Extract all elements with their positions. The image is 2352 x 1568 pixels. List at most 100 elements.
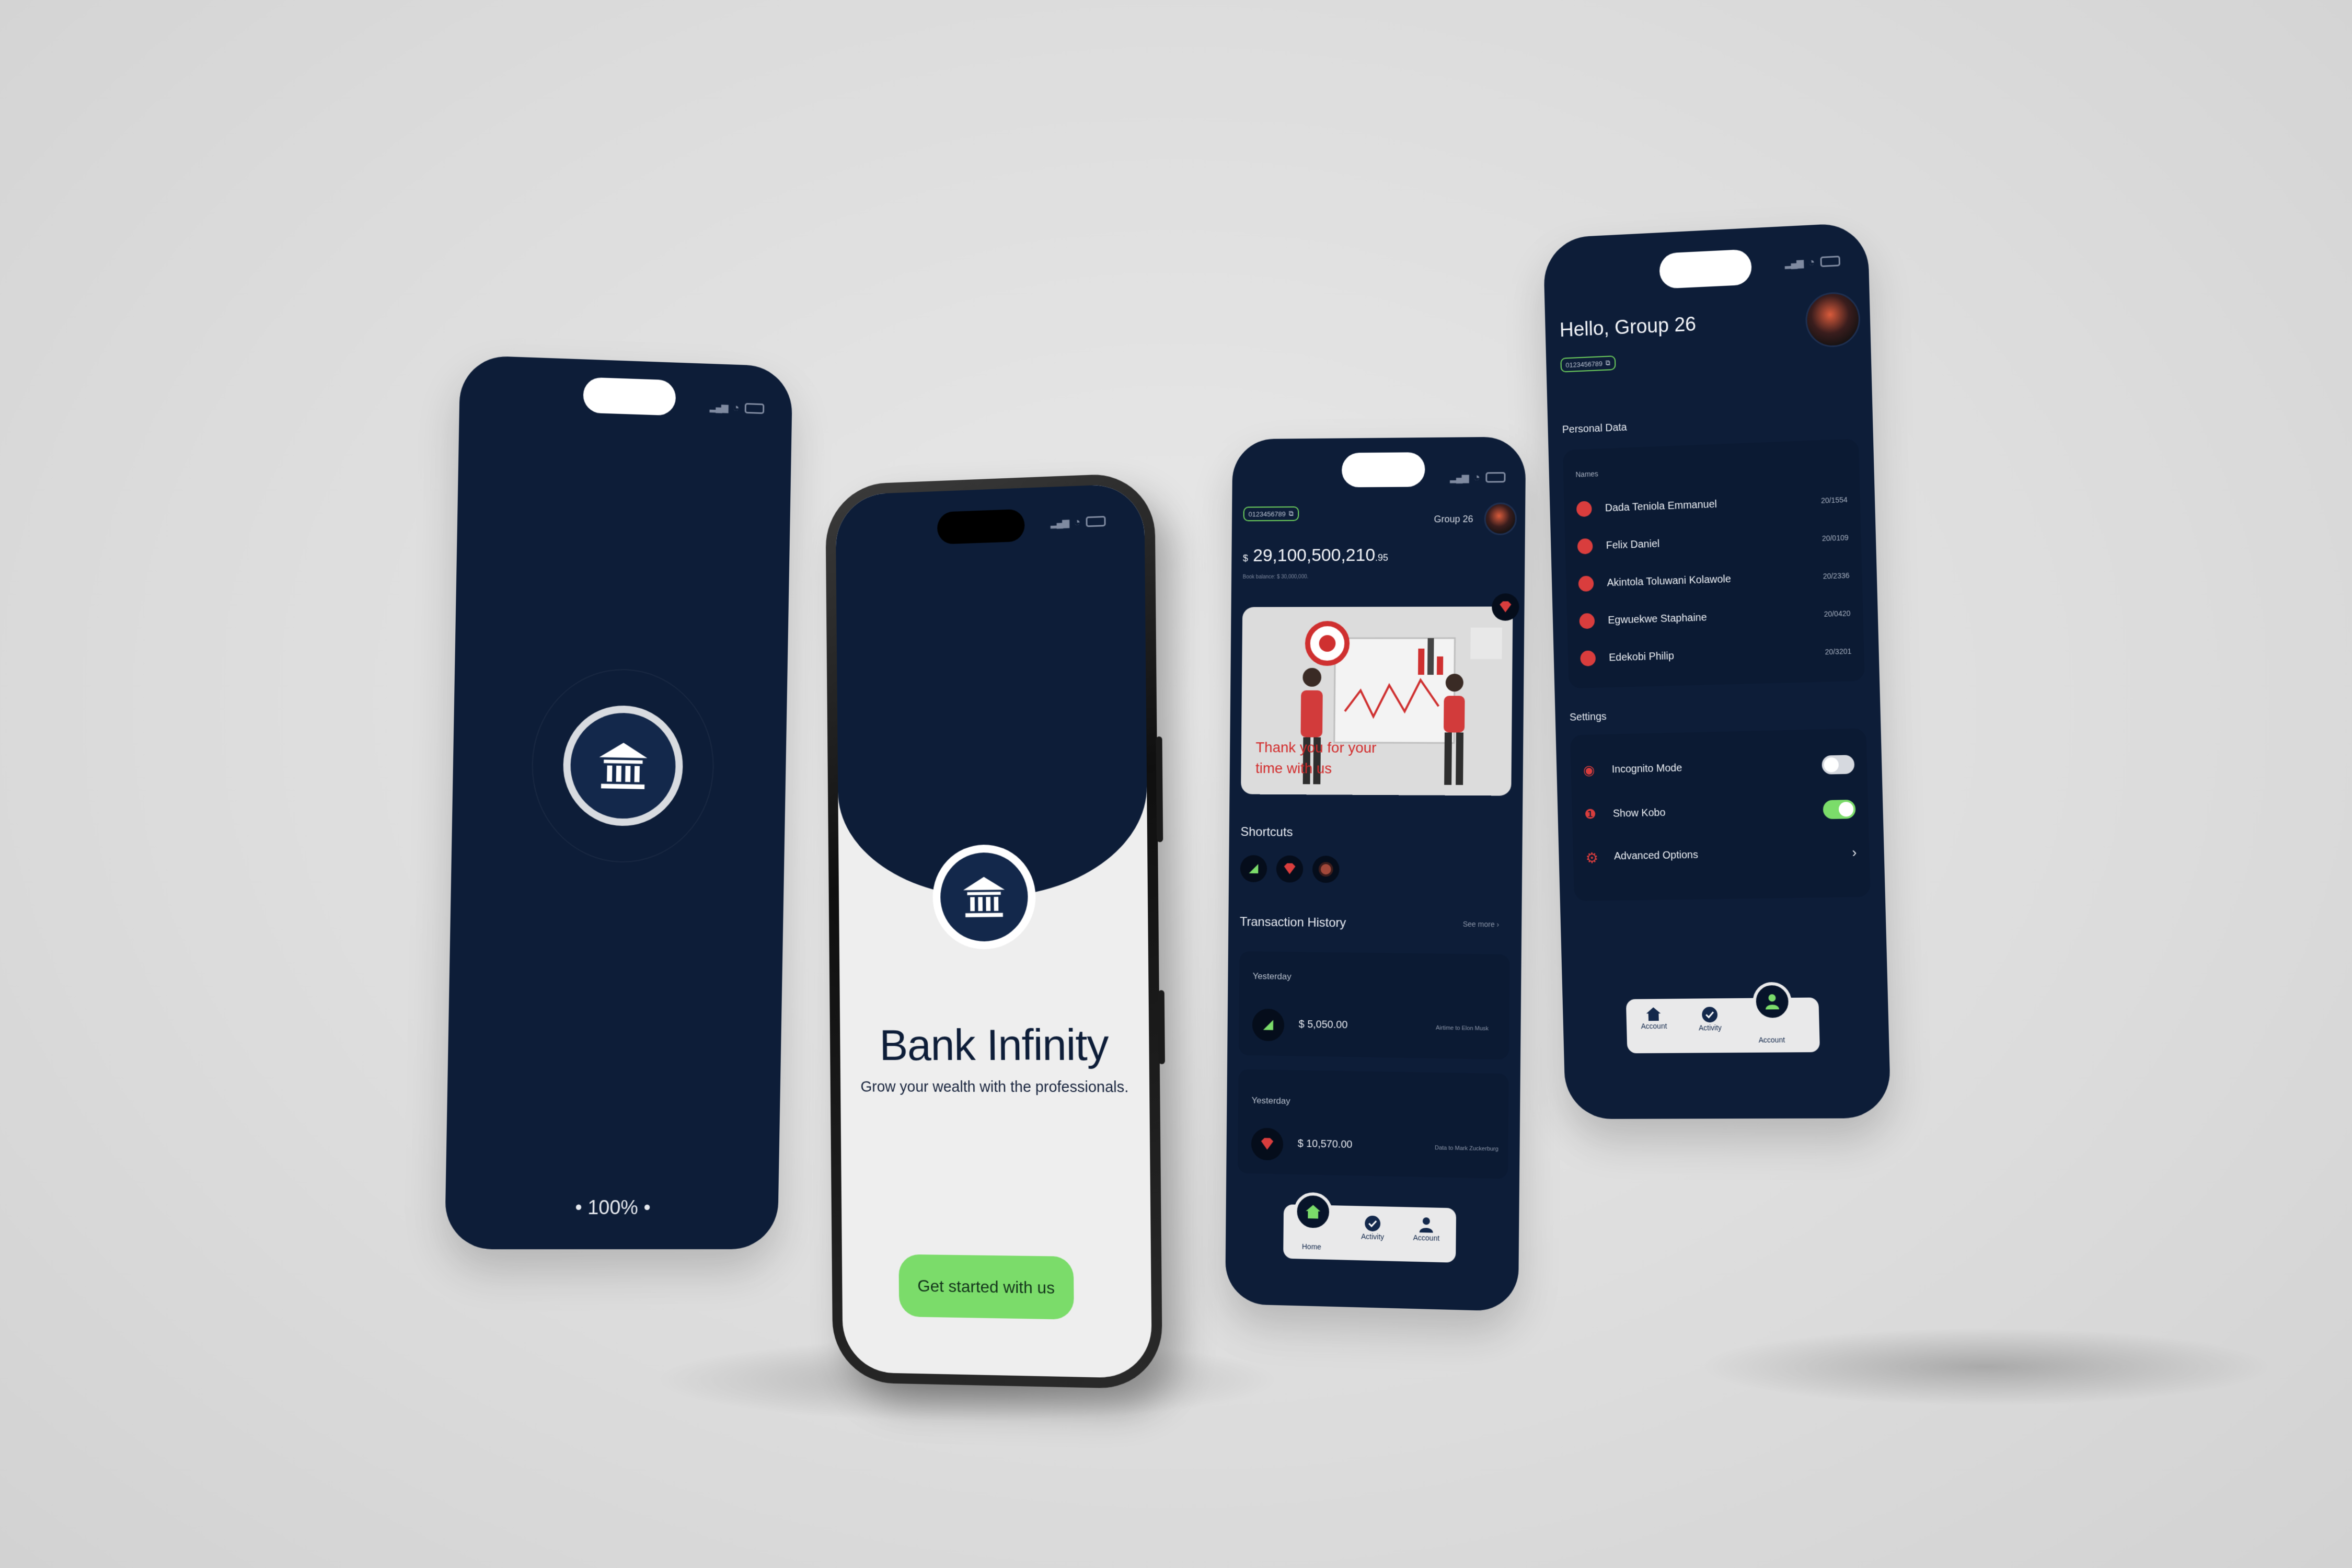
banner-line-1: Thank you for your [1255,739,1377,756]
status-bar: ▂▄▆ ◔ [710,400,765,416]
eye-icon: ◉ [1583,762,1595,778]
personal-data-panel: Names Dada Teniola Emmanuel 20/1554 Feli… [1562,439,1865,689]
member-name: Edekobi Philip [1608,650,1675,664]
bottom-nav: Account Activity Account [1625,982,1820,1054]
wifi-icon: ◔ [1807,255,1815,269]
get-started-button[interactable]: Get started with us [898,1254,1074,1320]
avatar[interactable] [1805,291,1861,349]
dynamic-island [1341,452,1425,488]
nav-account[interactable]: Account [1413,1216,1440,1242]
nav-home[interactable]: Account [1641,1006,1667,1030]
airtime-shortcut-icon[interactable] [1240,855,1267,883]
status-bar: ▂▄▆ ◔ [1051,514,1106,530]
balance-currency: $ [1242,552,1248,563]
member-id: 20/0420 [1824,609,1851,618]
splash-screen: ▂▄▆ ◔ • 100% • [444,355,793,1250]
account-number-chip[interactable]: 0123456789 ⧉ [1243,506,1299,522]
balance-cents: .95 [1375,552,1389,563]
nav-activity[interactable]: Activity [1698,1006,1722,1032]
member-id: 20/1554 [1820,495,1848,505]
show-kobo-row[interactable]: ❶ Show Kobo [1584,799,1856,824]
battery-icon [1485,472,1506,483]
home-nav-active[interactable] [1294,1192,1333,1232]
more-shortcut-icon[interactable] [1312,856,1340,883]
power-button [1156,736,1163,843]
welcome-screen: ▂▄▆ ◔ Bank Infinity Grow your wealth wit… [835,483,1152,1379]
nav-account-label: Account [1758,1035,1785,1044]
member-id: 20/0109 [1821,533,1849,543]
activity-icon [1365,1215,1381,1232]
battery-icon [1086,516,1106,527]
member-name: Akintola Toluwani Kolawole [1607,573,1732,589]
nav-home[interactable]: Home [1302,1242,1321,1251]
copy-icon[interactable]: ⧉ [1606,359,1611,367]
shortcuts-title: Shortcuts [1240,825,1293,839]
home-screen: ▂▄▆ ◔ 0123456789 ⧉ Group 26 $ 29,100,500… [1225,436,1526,1312]
battery-icon [744,402,765,414]
promo-banner[interactable]: Thank you for your time with us [1241,606,1513,796]
account-number: 0123456789 [1248,510,1286,518]
transaction-history-title: Transaction History [1239,915,1346,930]
nav-activity[interactable]: Activity [1361,1214,1385,1241]
avatar[interactable] [1484,502,1517,535]
account-number-chip[interactable]: 0123456789 ⧉ [1560,355,1616,373]
group-name: Group 26 [1434,513,1473,525]
show-kobo-toggle[interactable] [1823,799,1856,820]
info-icon: ❶ [1584,806,1597,822]
member-row[interactable]: Egwuekwe Staphaine 20/0420 [1579,605,1851,629]
bottom-nav: Home Activity Account [1283,1192,1457,1263]
account-nav-active[interactable] [1752,982,1792,1021]
signal-icon: ▂▄▆ [1450,472,1468,483]
settings-panel: ◉ Incognito Mode ❶ Show Kobo ⚙ Advanced … [1570,728,1871,902]
balance-main: 29,100,500,210 [1253,545,1376,566]
diamond-icon[interactable] [1492,593,1519,621]
member-row[interactable]: Felix Daniel 20/0109 [1577,529,1849,555]
personal-data-title: Personal Data [1562,421,1628,436]
welcome-phone: ▂▄▆ ◔ Bank Infinity Grow your wealth wit… [825,472,1165,1390]
app-title: Bank Infinity [879,1020,1109,1070]
loading-progress: • 100% • [575,1196,651,1219]
floor-shadow [1699,1328,2274,1406]
copy-icon[interactable]: ⧉ [1289,510,1294,518]
status-bar: ▂▄▆ ◔ [1784,254,1840,270]
incognito-toggle[interactable] [1821,755,1855,775]
member-row[interactable]: Edekobi Philip 20/3201 [1580,643,1852,666]
user-icon [1765,994,1779,1010]
book-balance: Book balance: $ 30,000,000. [1242,574,1309,580]
signal-icon: ▂▄▆ [709,401,728,413]
side-button [1158,990,1165,1065]
member-icon [1580,650,1596,666]
nav-activity-label: Activity [1361,1232,1385,1241]
airtime-icon [1252,1008,1285,1042]
see-more-link[interactable]: See more › [1463,920,1500,929]
home-icon [1646,1007,1661,1021]
activity-icon [1702,1007,1718,1023]
nav-home-label: Account [1641,1021,1667,1031]
wifi-icon: ◔ [1473,470,1481,484]
user-icon [1419,1217,1434,1233]
member-id: 20/3201 [1825,647,1852,656]
data-shortcut-icon[interactable] [1276,855,1304,883]
dynamic-island [1659,249,1752,289]
greeting: Hello, Group 26 [1559,313,1697,342]
member-row[interactable]: Dada Teniola Emmanuel 20/1554 [1576,492,1848,517]
bank-icon [599,742,648,789]
nav-account-label: Account [1413,1233,1440,1242]
member-icon [1579,613,1595,629]
chevron-right-icon[interactable]: › [1852,844,1857,860]
welcome-header [835,483,1148,899]
advanced-options-row[interactable]: ⚙ Advanced Options › [1585,844,1857,866]
dynamic-island [937,509,1025,545]
member-name: Felix Daniel [1606,538,1660,551]
battery-icon [1820,256,1840,268]
transaction-card[interactable]: Yesterday $ 10,570.00 Data to Mark Zucke… [1237,1069,1509,1179]
incognito-row[interactable]: ◉ Incognito Mode [1583,755,1855,779]
member-icon [1577,538,1593,555]
setting-label: Show Kobo [1612,806,1666,820]
bank-logo [932,844,1036,950]
member-id: 20/2336 [1823,571,1850,581]
nav-account[interactable]: Account [1758,1035,1785,1044]
member-icon [1578,575,1594,592]
transaction-card[interactable]: Yesterday $ 5,050.00 Airtime to Elon Mus… [1238,951,1510,1060]
member-row[interactable]: Akintola Toluwani Kolawole 20/2336 [1578,568,1850,592]
